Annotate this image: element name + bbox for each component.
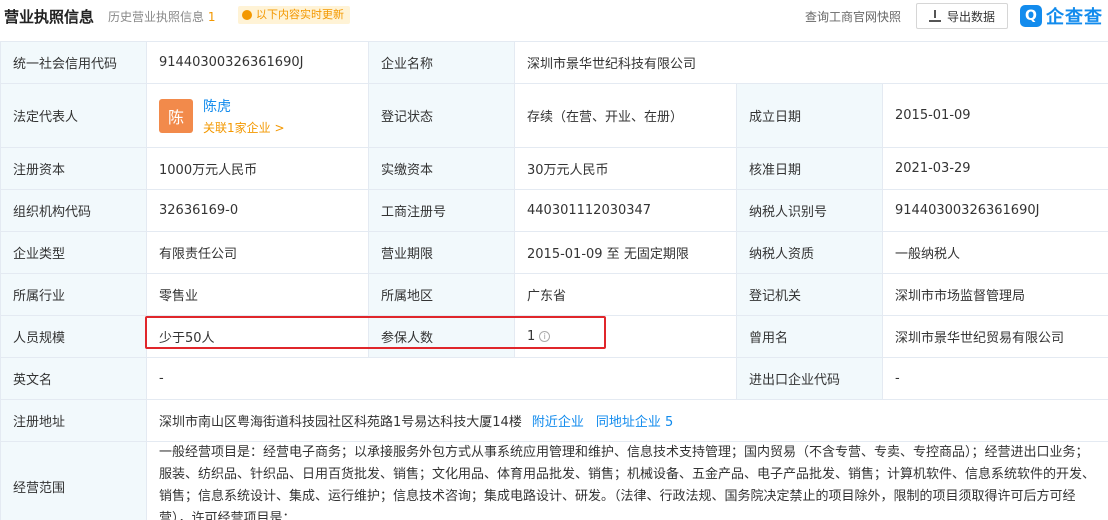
legal-rep-name-link[interactable]: 陈虎 — [203, 96, 285, 116]
credit-code-label: 统一社会信用代码 — [0, 41, 147, 84]
business-license-table: 统一社会信用代码 91440300326361690J 企业名称 深圳市景华世纪… — [0, 41, 1108, 520]
bell-icon — [242, 10, 252, 20]
approve-date-label: 核准日期 — [736, 147, 883, 190]
realtime-badge: 以下内容实时更新 — [238, 6, 350, 24]
paid-capital-value: 30万元人民币 — [514, 147, 737, 190]
table-row: 统一社会信用代码 91440300326361690J 企业名称 深圳市景华世纪… — [0, 41, 1108, 84]
company-type-value: 有限责任公司 — [146, 231, 369, 274]
realtime-badge-label: 以下内容实时更新 — [256, 8, 344, 21]
credit-code-value: 91440300326361690J — [146, 41, 369, 84]
reg-status-value: 存续（在营、开业、在册） — [514, 83, 737, 148]
same-address-companies-link[interactable]: 同地址企业 5 — [596, 415, 673, 430]
industry-label: 所属行业 — [0, 273, 147, 316]
former-name-label: 曾用名 — [736, 315, 883, 358]
legal-rep-label: 法定代表人 — [0, 83, 147, 148]
related-companies-link[interactable]: 关联1家企业 > — [203, 119, 285, 136]
paid-capital-label: 实缴资本 — [368, 147, 515, 190]
import-export-code-value: - — [882, 357, 1108, 400]
reg-authority-value: 深圳市市场监督管理局 — [882, 273, 1108, 316]
insured-value: 1 — [527, 329, 536, 344]
company-type-label: 企业类型 — [0, 231, 147, 274]
table-row: 所属行业 零售业 所属地区 广东省 登记机关 深圳市市场监督管理局 — [0, 273, 1108, 316]
english-name-label: 英文名 — [0, 357, 147, 400]
address-value: 深圳市南山区粤海街道科技园社区科苑路1号易达科技大厦14楼 — [159, 415, 522, 430]
found-date-value: 2015-01-09 — [882, 83, 1108, 148]
import-export-code-label: 进出口企业代码 — [736, 357, 883, 400]
table-row: 企业类型 有限责任公司 营业期限 2015-01-09 至 无固定期限 纳税人资… — [0, 231, 1108, 274]
section-header: 营业执照信息 历史营业执照信息 1 以下内容实时更新 查询工商官网快照 导出数据… — [0, 0, 1108, 34]
biz-reg-no-value: 440301112030347 — [514, 189, 737, 232]
reg-status-label: 登记状态 — [368, 83, 515, 148]
avatar[interactable]: 陈 — [159, 98, 193, 133]
org-code-label: 组织机构代码 — [0, 189, 147, 232]
address-cell: 深圳市南山区粤海街道科技园社区科苑路1号易达科技大厦14楼 附近企业 同地址企业 5 — [146, 399, 1108, 442]
history-license-label: 历史营业执照信息 — [108, 10, 205, 24]
reg-capital-label: 注册资本 — [0, 147, 147, 190]
qichacha-logo: Q 企查查 — [1020, 2, 1103, 30]
insured-label: 参保人数 — [368, 315, 515, 358]
scope-label: 经营范围 — [0, 441, 147, 520]
legal-rep-cell: 陈 陈虎 关联1家企业 > — [146, 83, 369, 148]
table-row: 组织机构代码 32636169-0 工商注册号 440301112030347 … — [0, 189, 1108, 232]
staff-size-label: 人员规模 — [0, 315, 147, 358]
nearby-companies-link[interactable]: 附近企业 — [532, 415, 584, 430]
former-name-value: 深圳市景华世纪贸易有限公司 — [882, 315, 1108, 358]
logo-icon: Q — [1020, 5, 1042, 27]
table-row: 法定代表人 陈 陈虎 关联1家企业 > 登记状态 存续（在营、开业、在册） 成立… — [0, 83, 1108, 148]
industry-value: 零售业 — [146, 273, 369, 316]
approve-date-value: 2021-03-29 — [882, 147, 1108, 190]
biz-term-value: 2015-01-09 至 无固定期限 — [514, 231, 737, 274]
insured-cell: 1i — [514, 315, 737, 358]
official-snapshot-link[interactable]: 查询工商官网快照 — [805, 8, 901, 25]
tax-id-value: 91440300326361690J — [882, 189, 1108, 232]
history-license-link[interactable]: 历史营业执照信息 1 — [108, 8, 215, 25]
tax-id-label: 纳税人识别号 — [736, 189, 883, 232]
table-row: 英文名 - 进出口企业代码 - — [0, 357, 1108, 400]
company-name-label: 企业名称 — [368, 41, 515, 84]
table-row: 经营范围 一般经营项目是：经营电子商务；以承接服务外包方式从事系统应用管理和维护… — [0, 441, 1108, 520]
table-row: 注册地址 深圳市南山区粤海街道科技园社区科苑路1号易达科技大厦14楼 附近企业 同地… — [0, 399, 1108, 442]
table-row: 注册资本 1000万元人民币 实缴资本 30万元人民币 核准日期 2021-03… — [0, 147, 1108, 190]
region-label: 所属地区 — [368, 273, 515, 316]
scope-value: 一般经营项目是：经营电子商务；以承接服务外包方式从事系统应用管理和维护、信息技术… — [146, 441, 1108, 520]
info-icon[interactable]: i — [539, 331, 551, 342]
taxpayer-qual-label: 纳税人资质 — [736, 231, 883, 274]
biz-term-label: 营业期限 — [368, 231, 515, 274]
org-code-value: 32636169-0 — [146, 189, 369, 232]
region-value: 广东省 — [514, 273, 737, 316]
staff-size-value: 少于50人 — [146, 315, 369, 358]
reg-authority-label: 登记机关 — [736, 273, 883, 316]
found-date-label: 成立日期 — [736, 83, 883, 148]
table-row: 人员规模 少于50人 参保人数 1i 曾用名 深圳市景华世纪贸易有限公司 — [0, 315, 1108, 358]
reg-capital-value: 1000万元人民币 — [146, 147, 369, 190]
english-name-value: - — [146, 357, 737, 400]
address-label: 注册地址 — [0, 399, 147, 442]
export-data-label: 导出数据 — [946, 9, 995, 24]
biz-reg-no-label: 工商注册号 — [368, 189, 515, 232]
company-name-value: 深圳市景华世纪科技有限公司 — [514, 41, 1108, 84]
section-title: 营业执照信息 — [4, 8, 95, 26]
logo-text: 企查查 — [1046, 7, 1103, 28]
history-license-count: 1 — [207, 10, 216, 24]
download-icon — [928, 10, 941, 22]
export-data-button[interactable]: 导出数据 — [916, 3, 1008, 29]
taxpayer-qual-value: 一般纳税人 — [882, 231, 1108, 274]
